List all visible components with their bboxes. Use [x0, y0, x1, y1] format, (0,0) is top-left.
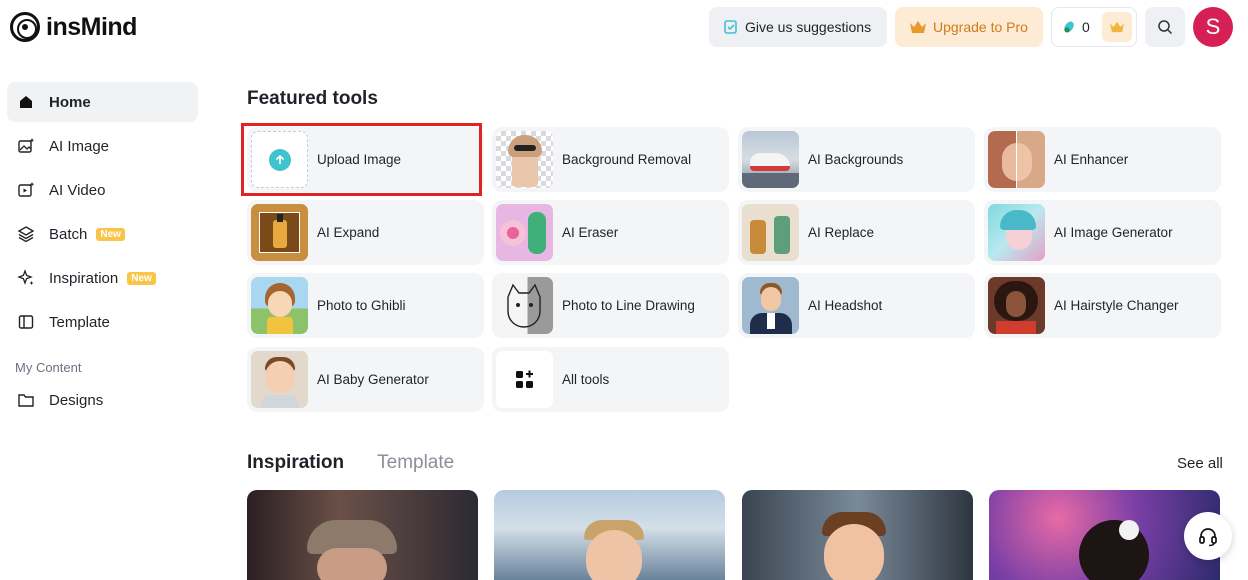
suggestions-label: Give us suggestions — [745, 19, 872, 35]
upgrade-to-pro-button[interactable]: Upgrade to Pro — [895, 7, 1043, 47]
photo-to-ghibli-thumb — [251, 277, 308, 334]
avatar-letter: S — [1205, 14, 1221, 39]
give-suggestions-button[interactable]: Give us suggestions — [709, 7, 887, 47]
tool-ai-headshot[interactable]: AI Headshot — [738, 273, 975, 338]
sidebar-item-label: Home — [49, 93, 91, 111]
ai-headshot-thumb — [742, 277, 799, 334]
sidebar-item-designs[interactable]: Designs — [7, 380, 198, 420]
tool-ai-baby-generator[interactable]: AI Baby Generator — [247, 347, 484, 412]
ai-enhancer-thumb — [988, 131, 1045, 188]
search-button[interactable] — [1145, 7, 1185, 47]
tool-label: AI Image Generator — [1054, 225, 1173, 240]
tool-all-tools[interactable]: All tools — [492, 347, 729, 412]
tool-label: AI Backgrounds — [808, 152, 904, 167]
sidebar-item-template[interactable]: Template — [7, 302, 198, 342]
tool-label: AI Baby Generator — [317, 372, 429, 387]
sidebar-item-label: AI Image — [49, 137, 110, 155]
sidebar-item-batch[interactable]: Batch New — [7, 214, 198, 254]
inspiration-card[interactable] — [494, 490, 725, 580]
inspiration-card[interactable] — [247, 490, 478, 580]
support-button[interactable] — [1184, 512, 1232, 560]
tool-label: AI Enhancer — [1054, 152, 1129, 167]
tool-label: All tools — [562, 372, 610, 387]
logo[interactable]: insMind — [10, 11, 137, 43]
batch-icon — [16, 224, 36, 244]
ai-hairstyle-changer-thumb — [988, 277, 1045, 334]
tab-template[interactable]: Template — [377, 452, 454, 474]
sidebar-item-label: Batch — [49, 225, 88, 243]
tool-label: AI Hairstyle Changer — [1054, 298, 1179, 313]
see-all-link[interactable]: See all — [1177, 455, 1223, 472]
tool-label: AI Headshot — [808, 298, 883, 313]
credits-widget[interactable]: 0 — [1051, 7, 1137, 47]
sidebar-item-label: Template — [49, 313, 110, 331]
tool-ai-hairstyle-changer[interactable]: AI Hairstyle Changer — [984, 273, 1221, 338]
ai-eraser-thumb — [496, 204, 553, 261]
tool-label: Photo to Ghibli — [317, 298, 406, 313]
ai-image-icon — [16, 136, 36, 156]
ai-image-generator-thumb — [988, 204, 1045, 261]
all-tools-thumb — [496, 351, 553, 408]
sidebar-item-ai-video[interactable]: AI Video — [7, 170, 198, 210]
tool-label: AI Expand — [317, 225, 380, 240]
tool-photo-to-line-drawing[interactable]: Photo to Line Drawing — [492, 273, 729, 338]
home-icon — [16, 92, 36, 112]
highlight-box — [241, 123, 482, 196]
ai-baby-generator-thumb — [251, 351, 308, 408]
tool-photo-to-ghibli[interactable]: Photo to Ghibli — [247, 273, 484, 338]
tool-ai-image-generator[interactable]: AI Image Generator — [984, 200, 1221, 265]
photo-to-line-drawing-thumb — [496, 277, 553, 334]
tool-ai-eraser[interactable]: AI Eraser — [492, 200, 729, 265]
inspiration-card[interactable] — [742, 490, 973, 580]
sidebar-item-label: Inspiration — [49, 269, 119, 287]
tool-label: Background Removal — [562, 152, 692, 167]
sidebar-item-label: Designs — [49, 391, 104, 409]
credits-count: 0 — [1082, 19, 1090, 35]
sidebar-item-label: AI Video — [49, 181, 106, 199]
tab-inspiration[interactable]: Inspiration — [247, 452, 344, 474]
tool-label: AI Replace — [808, 225, 875, 240]
content-tabs: Inspiration Template — [247, 452, 454, 474]
feedback-icon — [724, 20, 737, 34]
background-removal-thumb — [496, 131, 553, 188]
sidebar-item-home[interactable]: Home — [7, 82, 198, 122]
ai-backgrounds-thumb — [742, 131, 799, 188]
tool-label: AI Eraser — [562, 225, 619, 240]
logo-mark-icon — [10, 12, 40, 42]
inspiration-icon — [16, 268, 36, 288]
search-icon — [1158, 20, 1173, 35]
crown-small-icon — [1110, 21, 1124, 33]
tool-ai-replace[interactable]: AI Replace — [738, 200, 975, 265]
tool-ai-enhancer[interactable]: AI Enhancer — [984, 127, 1221, 192]
sidebar-item-ai-image[interactable]: AI Image — [7, 126, 198, 166]
sidebar-item-inspiration[interactable]: Inspiration New — [7, 258, 198, 298]
pro-crown-badge — [1102, 12, 1132, 42]
tool-label: Photo to Line Drawing — [562, 298, 695, 313]
headset-icon — [1199, 528, 1217, 547]
crown-icon — [910, 21, 926, 33]
tool-ai-backgrounds[interactable]: AI Backgrounds — [738, 127, 975, 192]
upgrade-label: Upgrade to Pro — [933, 19, 1028, 35]
new-badge: New — [96, 227, 125, 241]
my-content-label: My Content — [15, 360, 82, 375]
new-badge: New — [127, 271, 156, 285]
ai-expand-thumb — [251, 204, 308, 261]
ai-replace-thumb — [742, 204, 799, 261]
folder-icon — [16, 390, 36, 410]
ai-video-icon — [16, 180, 36, 200]
featured-tools-title: Featured tools — [247, 88, 378, 109]
logo-text: insMind — [46, 12, 137, 41]
tool-background-removal[interactable]: Background Removal — [492, 127, 729, 192]
template-icon — [16, 312, 36, 332]
user-avatar[interactable]: S — [1193, 7, 1233, 47]
grid-plus-icon — [515, 370, 533, 388]
tool-ai-expand[interactable]: AI Expand — [247, 200, 484, 265]
credits-icon — [1064, 21, 1074, 33]
